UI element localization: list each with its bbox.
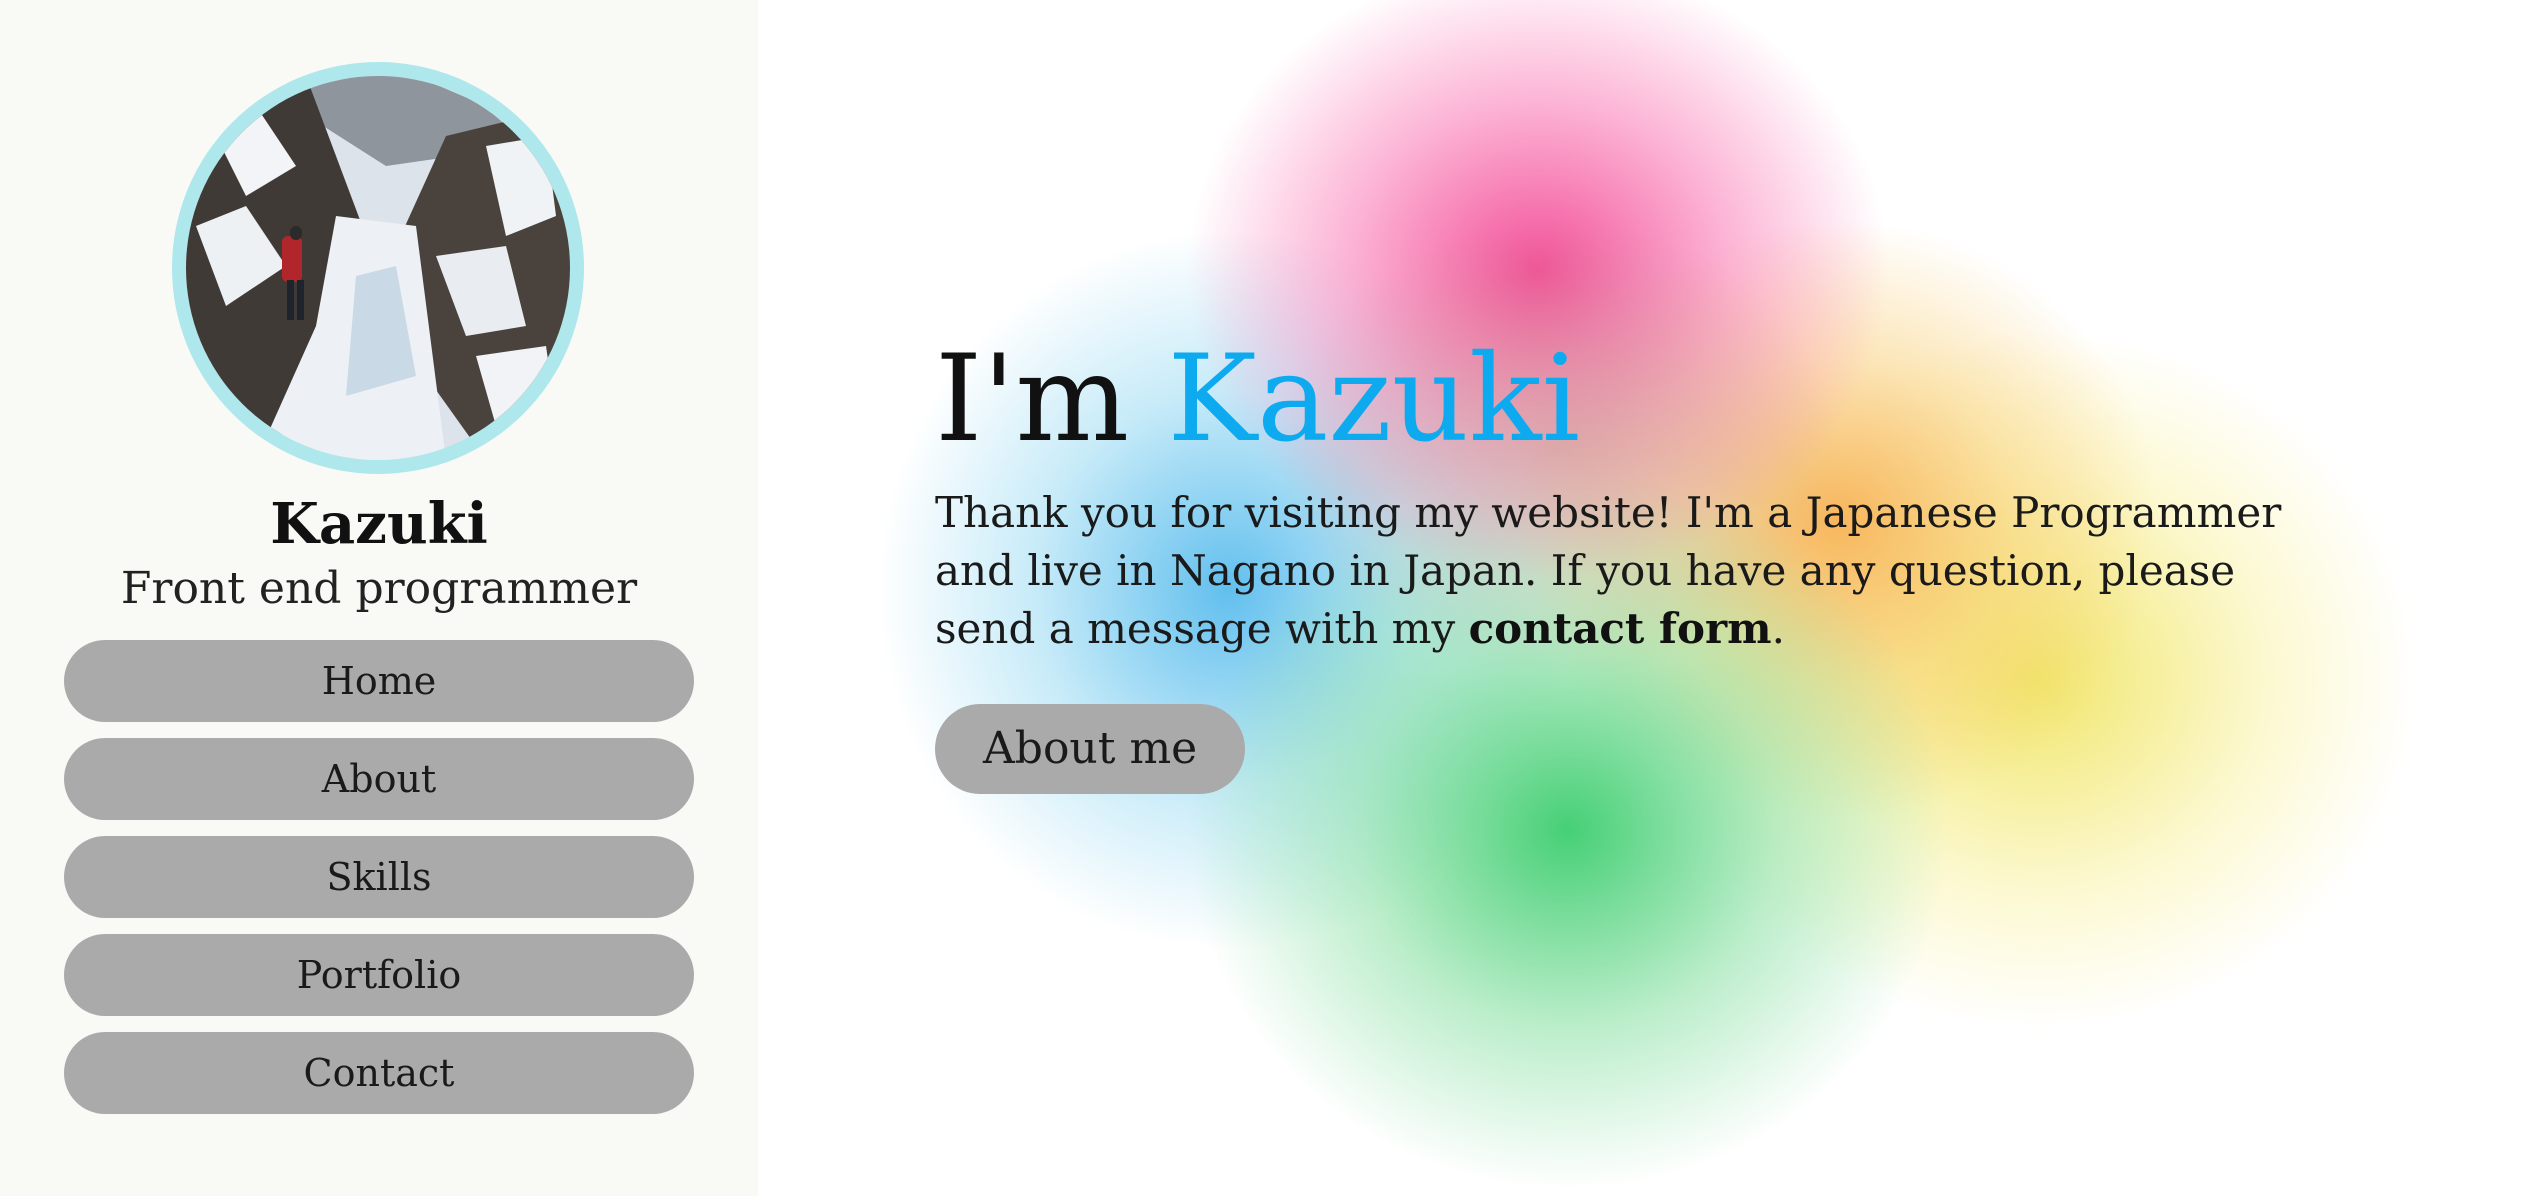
- hero: I'm Kazuki Thank you for visiting my web…: [935, 320, 2355, 794]
- nav-portfolio-button[interactable]: Portfolio: [64, 934, 694, 1016]
- contact-form-link[interactable]: contact form: [1469, 604, 1772, 653]
- about-me-button[interactable]: About me: [935, 704, 1246, 794]
- mountain-gorge-image: [186, 76, 570, 460]
- nav-about-button[interactable]: About: [64, 738, 694, 820]
- profile-name: Kazuki: [270, 491, 488, 557]
- sidebar: Kazuki Front end programmer Home About S…: [0, 0, 758, 1196]
- nav-home-button[interactable]: Home: [64, 640, 694, 722]
- nav-skills-button[interactable]: Skills: [64, 836, 694, 918]
- nav-contact-button[interactable]: Contact: [64, 1032, 694, 1114]
- avatar-photo: [186, 76, 570, 460]
- hero-title-name: Kazuki: [1167, 330, 1581, 469]
- hero-intro-end: .: [1771, 604, 1785, 653]
- hero-intro: Thank you for visiting my website! I'm a…: [935, 484, 2335, 658]
- avatar: [172, 62, 584, 474]
- hero-title: I'm Kazuki: [935, 320, 2355, 480]
- profile-role: Front end programmer: [120, 563, 638, 614]
- sidebar-nav: Home About Skills Portfolio Contact: [64, 640, 694, 1130]
- page: Kazuki Front end programmer Home About S…: [0, 0, 2523, 1196]
- hero-title-prefix: I'm: [935, 330, 1168, 469]
